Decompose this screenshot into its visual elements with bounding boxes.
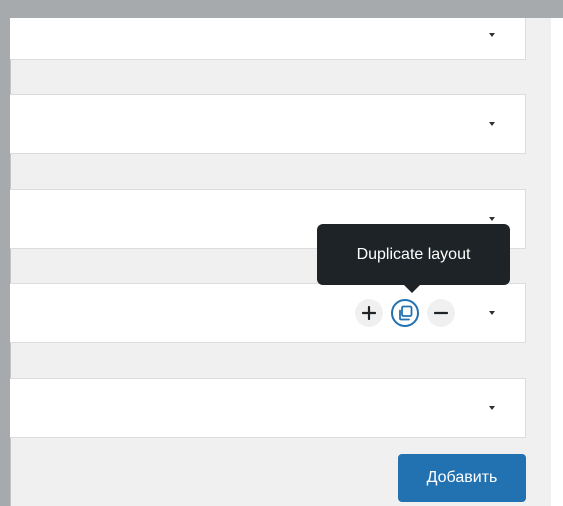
tooltip-arrow	[404, 285, 420, 293]
row-actions	[355, 299, 455, 327]
minus-icon	[434, 311, 448, 315]
layout-row[interactable]	[10, 18, 526, 60]
plus-icon	[362, 306, 376, 320]
window-frame-top	[0, 0, 563, 18]
add-button[interactable]: Добавить	[398, 454, 526, 502]
dropdown-caret-icon[interactable]	[489, 217, 495, 221]
dropdown-caret-icon[interactable]	[489, 32, 495, 37]
duplicate-icon	[399, 305, 413, 321]
right-gutter	[551, 18, 563, 506]
remove-row-button[interactable]	[427, 299, 455, 327]
dropdown-caret-icon[interactable]	[489, 122, 495, 126]
duplicate-layout-button[interactable]	[391, 299, 419, 327]
layout-row[interactable]	[10, 94, 526, 154]
add-row-button[interactable]	[355, 299, 383, 327]
dropdown-caret-icon[interactable]	[489, 311, 495, 315]
layout-row[interactable]	[10, 378, 526, 438]
dropdown-caret-icon[interactable]	[489, 406, 495, 410]
window-frame-left	[0, 0, 10, 506]
duplicate-layout-tooltip: Duplicate layout	[317, 224, 510, 285]
